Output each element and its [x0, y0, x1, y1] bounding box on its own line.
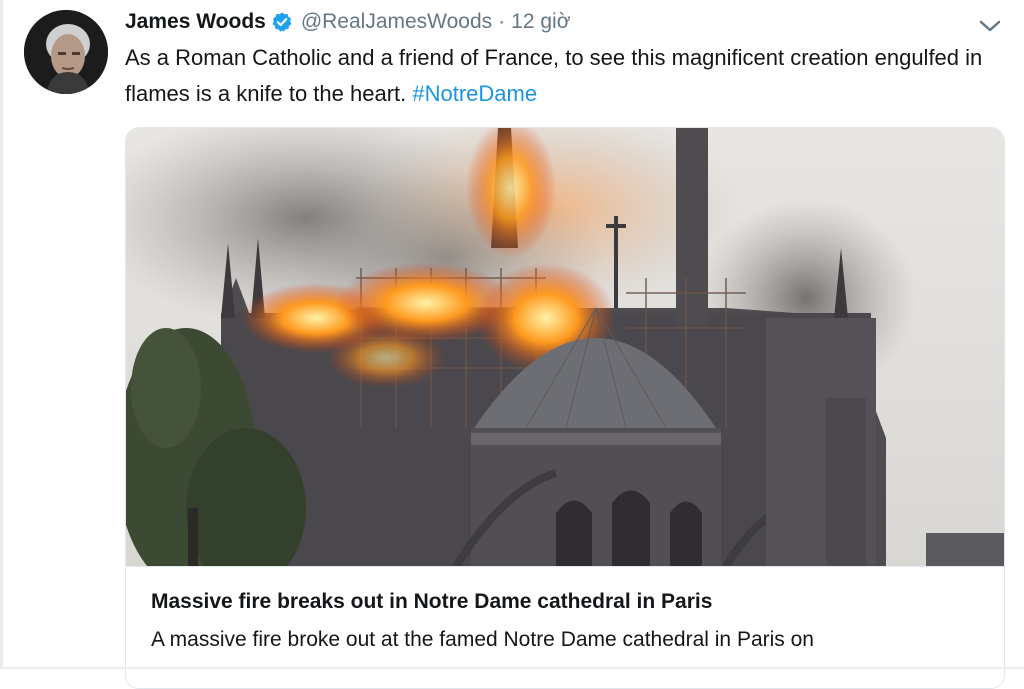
timeline-left-border [0, 0, 3, 669]
author-name[interactable]: James Woods [125, 10, 266, 34]
tweet-text: As a Roman Catholic and a friend of Fran… [125, 40, 1005, 112]
verified-badge-icon [271, 11, 293, 33]
link-card[interactable]: Massive fire breaks out in Notre Dame ca… [125, 127, 1005, 689]
separator-dot: · [498, 10, 506, 33]
author-handle[interactable]: @RealJamesWoods [301, 10, 492, 34]
card-description: A massive fire broke out at the famed No… [151, 628, 814, 651]
hashtag-link[interactable]: #NotreDame [412, 81, 537, 106]
card-image [126, 128, 1004, 567]
tweet-timestamp[interactable]: 12 giờ [511, 10, 570, 34]
tweet-body: As a Roman Catholic and a friend of Fran… [125, 45, 983, 106]
tweet-header: James Woods @RealJamesWoods · 12 giờ [125, 8, 570, 36]
avatar[interactable] [24, 10, 108, 94]
chevron-down-icon[interactable] [976, 12, 1004, 40]
card-title[interactable]: Massive fire breaks out in Notre Dame ca… [151, 590, 712, 614]
